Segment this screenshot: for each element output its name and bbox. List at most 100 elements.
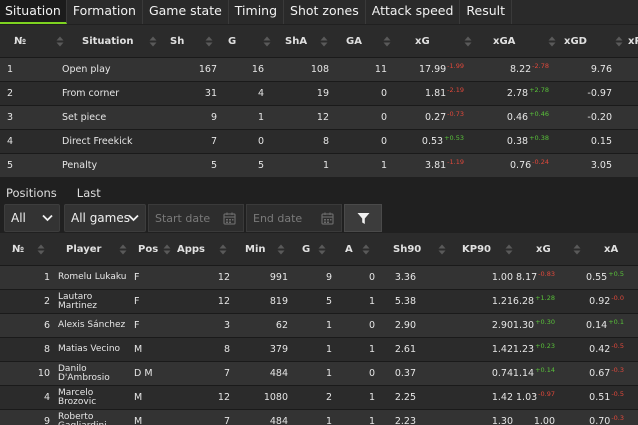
player-header-xa[interactable]: xA	[604, 233, 638, 265]
filter-button[interactable]	[344, 204, 382, 232]
sort-arrows-icon[interactable]	[362, 233, 370, 265]
filter-bar: All All games Start date End date	[0, 204, 638, 232]
situation-n-value: 3	[6, 112, 14, 123]
situation-cell-sh: 7	[160, 130, 217, 153]
player-header-min[interactable]: Min	[245, 233, 295, 265]
situation-cell-sh: 5	[160, 154, 217, 177]
sort-arrows-icon[interactable]	[263, 25, 271, 57]
situation-cell-situation: Open play	[62, 58, 162, 81]
situation-cell-situation: Direct Freekick	[62, 130, 162, 153]
sort-arrows-icon[interactable]	[505, 233, 513, 265]
situation-cell-n: 1	[2, 58, 18, 81]
position-select[interactable]: All	[4, 204, 60, 232]
player-cell-xg: 1.00	[515, 410, 555, 425]
situation-header-extra[interactable]: xP	[628, 25, 638, 57]
player-header-player[interactable]: Player	[66, 233, 126, 265]
sort-arrows-icon[interactable]	[37, 233, 45, 265]
player-row[interactable]: 10 Danilo D'Ambrosio D M 7 484 1 0 0.37 0.74 1.14…	[0, 361, 638, 385]
sort-arrows-icon[interactable]	[573, 233, 581, 265]
player-row[interactable]: 4 Marcelo Brozovic M 12 1080 2 1 2.25 1.42 1.03 -0…	[0, 385, 638, 409]
player-row[interactable]: 1 Romelu Lukaku F 12 991 9 0 3.36 1.00 8.17 -0.83 0…	[0, 265, 638, 289]
player-cell-n: 6	[2, 314, 50, 337]
sort-arrows-icon[interactable]	[163, 233, 171, 265]
player-header-sh90[interactable]: Sh90	[393, 233, 443, 265]
player-header-xg[interactable]: xG	[536, 233, 576, 265]
player-player-value[interactable]: Marcelo Brozovic	[58, 388, 128, 407]
player-player-value[interactable]: Alexis Sánchez	[58, 321, 128, 330]
situation-header-g[interactable]: G	[228, 25, 262, 57]
tab-game-state[interactable]: Game state	[143, 0, 229, 24]
player-cell-sh90: 3.36	[375, 266, 416, 289]
player-row[interactable]: 9Roberto GagliardiniM7484112.231.301.000…	[0, 409, 638, 425]
player-cell-player: Marcelo Brozovic	[58, 386, 132, 409]
end-date-input[interactable]: End date	[246, 204, 342, 232]
player-sh90-value: 2.90	[394, 320, 416, 331]
situation-cell-g: 1	[222, 106, 264, 129]
situation-sh-value: 7	[210, 136, 217, 147]
sort-arrows-icon[interactable]	[438, 233, 446, 265]
player-xg_d-delta: +0.30	[535, 317, 555, 326]
tab-result[interactable]: Result	[460, 0, 513, 24]
situation-row[interactable]: 5 Penalty 5 5 1 1 3.81 -1.19 0.76 -0.24 3.05	[0, 153, 638, 177]
player-min-value: 1080	[263, 392, 288, 403]
situation-row[interactable]: 2 From corner 31 4 19 0 1.81 -2.19 2.78 +2.78 -0.9…	[0, 81, 638, 105]
situation-header-xga[interactable]: xGA	[493, 25, 543, 57]
sort-arrows-icon[interactable]	[219, 233, 227, 265]
situation-situation-value: Penalty	[62, 160, 98, 171]
player-min-value: 379	[269, 344, 288, 355]
player-pos-value: F	[134, 272, 140, 283]
sort-arrows-icon[interactable]	[56, 25, 64, 57]
sort-arrows-icon[interactable]	[119, 233, 127, 265]
player-cell-sh90: 2.61	[375, 338, 416, 361]
player-player-value[interactable]: Lautaro Martinez	[58, 292, 128, 311]
player-cell-n: 8	[2, 338, 50, 361]
sort-arrows-icon[interactable]	[615, 25, 623, 57]
games-select[interactable]: All games	[64, 204, 146, 232]
player-cell-a: 0	[330, 266, 375, 289]
player-cell-sh90: 2.23	[375, 410, 416, 425]
player-row[interactable]: 8 Matias Vecino M 8 379 1 1 2.61 1.42 1.23 +0.23 0.…	[0, 337, 638, 361]
situation-cell-situation: From corner	[62, 82, 162, 105]
sort-arrows-icon[interactable]	[320, 25, 328, 57]
player-min-value: 484	[269, 368, 288, 379]
sort-arrows-icon[interactable]	[149, 25, 157, 57]
sort-arrows-icon[interactable]	[277, 233, 285, 265]
player-header-n[interactable]: №	[12, 233, 52, 265]
situation-cell-xg: 0.53 +0.53	[390, 130, 464, 153]
player-xa_d-delta: -0.5	[611, 389, 624, 398]
player-row[interactable]: 6 Alexis Sánchez F 3 62 1 0 2.90 2.90 1.30 +0.30 0.…	[0, 313, 638, 337]
player-player-value[interactable]: Danilo D'Ambrosio	[58, 364, 128, 383]
player-player-value[interactable]: Romelu Lukaku	[58, 273, 128, 282]
situation-header-xg[interactable]: xG	[415, 25, 465, 57]
player-sh90-value: 2.25	[394, 392, 416, 403]
tab-situation[interactable]: Situation	[0, 0, 67, 24]
situation-row[interactable]: 1 Open play 167 16 108 11 17.99 -1.99 8.22 -2.78 9…	[0, 57, 638, 81]
player-player-value[interactable]: Matias Vecino	[58, 345, 128, 354]
situation-cell-sha: 8	[270, 130, 329, 153]
sort-arrows-icon[interactable]	[318, 233, 326, 265]
player-player-value[interactable]: Roberto Gagliardini	[58, 412, 128, 425]
situation-header-situation[interactable]: Situation	[82, 25, 172, 57]
start-date-input[interactable]: Start date	[148, 204, 244, 232]
player-row[interactable]: 2 Lautaro Martinez F 12 819 5 1 5.38 1.21 6.28 +1.…	[0, 289, 638, 313]
tab-timing[interactable]: Timing	[229, 0, 285, 24]
situation-row[interactable]: 3 Set piece 9 1 12 0 0.27 -0.73 0.46 +0.46 -0.20	[0, 105, 638, 129]
sort-arrows-icon[interactable]	[464, 25, 472, 57]
situation-header-xgd[interactable]: xGD	[564, 25, 614, 57]
sort-arrows-icon[interactable]	[548, 25, 556, 57]
sort-arrows-icon[interactable]	[383, 25, 391, 57]
tab-positions[interactable]: Positions	[6, 182, 57, 204]
situation-xg_d-delta: +0.53	[444, 133, 464, 142]
sort-arrows-icon[interactable]	[205, 25, 213, 57]
situation-row[interactable]: 4 Direct Freekick 7 0 8 0 0.53 +0.53 0.38 +0.38 0.…	[0, 129, 638, 153]
tab-last[interactable]: Last	[77, 182, 101, 204]
situation-cell-situation: Penalty	[62, 154, 162, 177]
tab-attack-speed[interactable]: Attack speed	[366, 0, 461, 24]
start-date-placeholder: Start date	[155, 211, 211, 225]
tab-formation[interactable]: Formation	[67, 0, 143, 24]
player-cell-n: 10	[2, 362, 50, 385]
situation-header-n[interactable]: №	[14, 25, 58, 57]
player-pos-value: F	[134, 320, 140, 331]
tab-shot-zones[interactable]: Shot zones	[284, 0, 366, 24]
player-cell-xg: 1.14 +0.14	[513, 362, 555, 385]
